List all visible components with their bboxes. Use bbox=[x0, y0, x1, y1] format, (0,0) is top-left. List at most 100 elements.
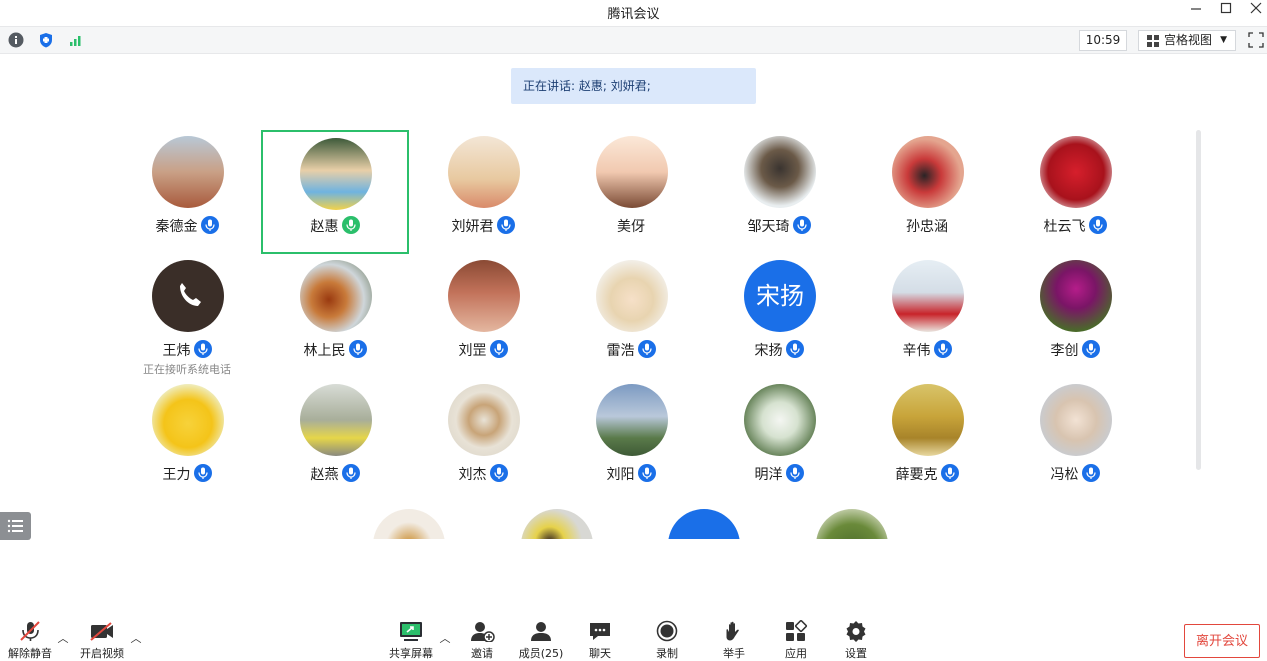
avatar bbox=[1040, 260, 1112, 332]
participant-tile-active-speaker[interactable]: 赵惠 bbox=[261, 130, 409, 254]
microphone-icon bbox=[933, 340, 952, 358]
record-button[interactable]: 录制 bbox=[637, 620, 697, 661]
participant-tile[interactable]: 王力 bbox=[113, 378, 261, 502]
microphone-icon bbox=[637, 464, 656, 482]
participant-tile[interactable]: 赵燕 bbox=[261, 378, 409, 502]
share-screen-button[interactable]: 共享屏幕 bbox=[381, 620, 441, 661]
avatar bbox=[448, 260, 520, 332]
avatar bbox=[152, 384, 224, 456]
participant-name: 赵惠 bbox=[310, 219, 339, 235]
fullscreen-icon[interactable] bbox=[1248, 32, 1264, 48]
gear-icon bbox=[846, 621, 866, 642]
close-button[interactable] bbox=[1246, 2, 1266, 20]
participant-name: 赵燕 bbox=[310, 467, 339, 483]
raise-hand-button[interactable]: 举手 bbox=[704, 620, 764, 661]
phone-icon bbox=[180, 283, 201, 306]
microphone-icon bbox=[792, 216, 811, 234]
avatar bbox=[152, 136, 224, 208]
list-toggle-button[interactable] bbox=[0, 512, 31, 540]
maximize-button[interactable] bbox=[1216, 2, 1236, 20]
microphone-icon bbox=[348, 340, 367, 358]
grid-scrollbar[interactable] bbox=[1196, 130, 1201, 470]
participant-name: 王炜 bbox=[162, 343, 191, 359]
participant-name: 秦德金 bbox=[155, 219, 198, 235]
close-icon bbox=[1250, 2, 1262, 14]
share-screen-icon bbox=[400, 622, 422, 641]
avatar bbox=[596, 260, 668, 332]
leave-meeting-button[interactable]: 离开会议 bbox=[1184, 624, 1260, 658]
participant-tile[interactable]: 秦德金 bbox=[113, 130, 261, 254]
microphone-icon bbox=[341, 464, 360, 482]
share-screen-label: 共享屏幕 bbox=[389, 647, 433, 660]
view-mode-dropdown[interactable]: 宫格视图 ▼ bbox=[1138, 30, 1236, 51]
add-user-icon bbox=[471, 622, 495, 642]
participant-tile[interactable]: 刘罡 bbox=[409, 254, 557, 378]
chat-button[interactable]: 聊天 bbox=[570, 620, 630, 661]
microphone-icon bbox=[193, 340, 212, 358]
avatar bbox=[300, 384, 372, 456]
participant-name: 李创 bbox=[1050, 343, 1079, 359]
microphone-active-icon bbox=[341, 216, 360, 234]
participant-tile-partial[interactable] bbox=[521, 509, 593, 539]
invite-button[interactable]: 邀请 bbox=[452, 620, 512, 661]
chat-icon bbox=[590, 623, 610, 640]
share-options-chevron[interactable]: ︿ bbox=[439, 630, 451, 645]
avatar bbox=[596, 136, 668, 208]
microphone-icon bbox=[489, 340, 508, 358]
participant-tile[interactable]: 辛伟 bbox=[853, 254, 1001, 378]
participant-tile[interactable]: 薛要克 bbox=[853, 378, 1001, 502]
avatar bbox=[892, 136, 964, 208]
chat-label: 聊天 bbox=[589, 647, 611, 660]
participant-name: 刘妍君 bbox=[451, 219, 494, 235]
participant-tile[interactable]: 邹天琦 bbox=[705, 130, 853, 254]
title-bar: 腾讯会议 bbox=[0, 0, 1267, 24]
microphone-icon bbox=[489, 464, 508, 482]
participant-tile[interactable]: 宋扬 宋扬 bbox=[705, 254, 853, 378]
view-mode-label: 宫格视图 bbox=[1164, 33, 1213, 47]
start-video-button[interactable]: 开启视频 bbox=[72, 620, 132, 661]
participant-tile[interactable]: 雷浩 bbox=[557, 254, 705, 378]
unmute-button[interactable]: 解除静音 bbox=[0, 620, 60, 661]
minimize-button[interactable] bbox=[1186, 2, 1206, 20]
avatar bbox=[892, 384, 964, 456]
maximize-icon bbox=[1220, 2, 1232, 14]
apps-button[interactable]: 应用 bbox=[766, 620, 826, 661]
avatar bbox=[152, 260, 224, 332]
info-icon[interactable] bbox=[8, 32, 24, 48]
participant-tile[interactable]: 李创 bbox=[1001, 254, 1149, 378]
network-signal-icon[interactable] bbox=[68, 32, 84, 48]
participant-tile[interactable]: 刘阳 bbox=[557, 378, 705, 502]
participant-status: 正在接听系统电话 bbox=[143, 363, 231, 376]
participant-name: 孙忠涵 bbox=[906, 219, 948, 235]
participant-tile-partial[interactable] bbox=[816, 509, 888, 539]
avatar-text: 宋扬 bbox=[744, 260, 816, 332]
participant-tile[interactable]: 林上民 bbox=[261, 254, 409, 378]
avatar bbox=[744, 136, 816, 208]
participant-tile[interactable]: 王炜 正在接听系统电话 bbox=[113, 254, 261, 378]
avatar bbox=[744, 384, 816, 456]
participant-tile[interactable]: 冯松 bbox=[1001, 378, 1149, 502]
start-video-label: 开启视频 bbox=[80, 647, 124, 660]
participant-name: 刘阳 bbox=[606, 467, 635, 483]
participant-name: 王力 bbox=[162, 467, 191, 483]
participant-tile[interactable]: 刘杰 bbox=[409, 378, 557, 502]
participant-tile-partial[interactable] bbox=[373, 509, 445, 539]
members-button[interactable]: 成员(25) bbox=[511, 620, 571, 661]
audio-options-chevron[interactable]: ︿ bbox=[57, 630, 69, 645]
raise-hand-icon bbox=[726, 621, 739, 641]
video-options-chevron[interactable]: ︿ bbox=[130, 630, 142, 645]
security-shield-icon[interactable] bbox=[38, 32, 54, 48]
members-label: 成员(25) bbox=[518, 647, 564, 660]
participant-tile[interactable]: 孙忠涵 bbox=[853, 130, 1001, 254]
microphone-icon bbox=[200, 216, 219, 234]
participant-tile[interactable]: 美伢 bbox=[557, 130, 705, 254]
avatar bbox=[1040, 136, 1112, 208]
avatar bbox=[300, 138, 372, 210]
participant-tile[interactable]: 明洋 bbox=[705, 378, 853, 502]
meeting-toolbar: 10:59 宫格视图 ▼ bbox=[0, 26, 1267, 54]
participant-name: 刘杰 bbox=[458, 467, 487, 483]
participant-tile[interactable]: 刘妍君 bbox=[409, 130, 557, 254]
participant-tile[interactable]: 杜云飞 bbox=[1001, 130, 1149, 254]
participant-tile-partial[interactable] bbox=[668, 509, 740, 539]
settings-button[interactable]: 设置 bbox=[826, 620, 886, 661]
